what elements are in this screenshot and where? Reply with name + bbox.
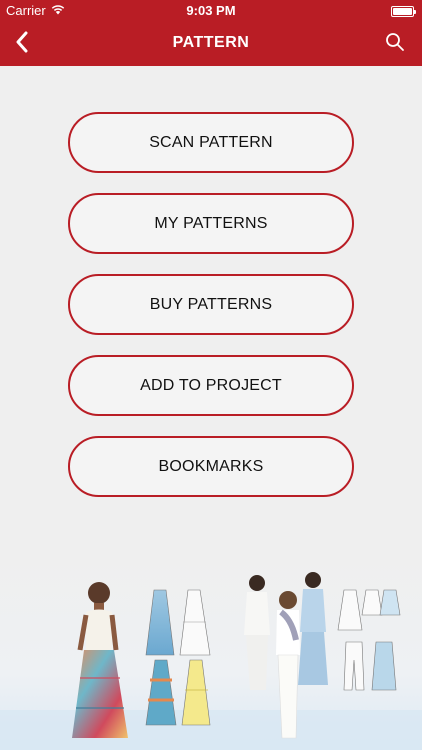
search-icon — [385, 32, 405, 57]
search-button[interactable] — [380, 29, 410, 59]
pattern-menu: SCAN PATTERN MY PATTERNS BUY PATTERNS AD… — [68, 112, 354, 517]
scan-pattern-button[interactable]: SCAN PATTERN — [68, 112, 354, 173]
add-to-project-button[interactable]: ADD TO PROJECT — [68, 355, 354, 416]
navigation-bar: PATTERN — [0, 22, 422, 66]
status-bar: Carrier 9:03 PM — [0, 0, 422, 22]
bookmarks-button[interactable]: BOOKMARKS — [68, 436, 354, 497]
pattern-illustration — [0, 560, 422, 750]
battery-icon — [391, 6, 416, 17]
status-time: 9:03 PM — [186, 3, 236, 18]
page-title: PATTERN — [172, 34, 250, 51]
buy-patterns-button[interactable]: BUY PATTERNS — [68, 274, 354, 335]
my-patterns-button[interactable]: MY PATTERNS — [68, 193, 354, 254]
